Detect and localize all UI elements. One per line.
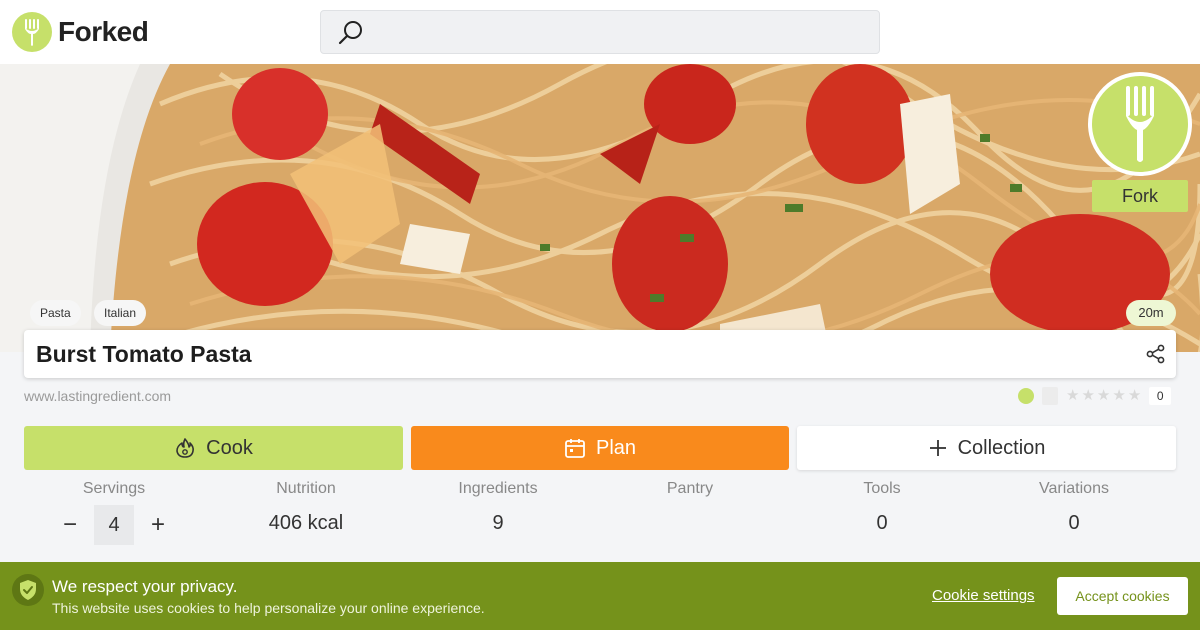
- servings-value[interactable]: 4: [94, 505, 134, 545]
- tag-italian[interactable]: Italian: [94, 300, 147, 326]
- fork-button[interactable]: Fork: [1092, 180, 1188, 212]
- plan-button[interactable]: Plan: [411, 426, 789, 470]
- variations-value: 0: [1068, 512, 1080, 534]
- nutrition-stat[interactable]: Nutrition 406 kcal: [210, 480, 402, 535]
- star-icon[interactable]: ★: [1128, 387, 1141, 405]
- shield-check-icon: [12, 574, 44, 606]
- ingredients-label: Ingredients: [458, 480, 538, 497]
- flame-icon: [174, 437, 196, 459]
- ingredients-stat[interactable]: Ingredients 9: [402, 480, 594, 535]
- search-input[interactable]: [320, 10, 880, 54]
- add-to-collection-button[interactable]: Collection: [797, 426, 1176, 470]
- nutrition-label: Nutrition: [276, 480, 336, 497]
- tag-pasta[interactable]: Pasta: [30, 300, 81, 326]
- servings-stepper: − 4 +: [56, 505, 172, 545]
- recipe-hero-image: [0, 64, 1200, 352]
- logo-text: Forked: [58, 16, 149, 47]
- recipe-title-card: Burst Tomato Pasta: [24, 330, 1176, 378]
- search-icon: [337, 19, 365, 52]
- cook-time-badge: 20m: [1126, 300, 1176, 326]
- rating-count: 0: [1149, 387, 1172, 405]
- logo[interactable]: Forked: [12, 12, 149, 52]
- star-icon[interactable]: ★: [1112, 387, 1125, 405]
- fork-icon[interactable]: [1088, 72, 1192, 176]
- leaf-icon: [1018, 388, 1034, 404]
- tools-label: Tools: [863, 480, 901, 497]
- collection-label: Collection: [957, 436, 1046, 459]
- rating-placeholder: [1042, 387, 1058, 405]
- nutrition-value: 406 kcal: [268, 512, 344, 534]
- variations-stat[interactable]: Variations 0: [978, 480, 1170, 535]
- servings-stat: Servings: [18, 480, 210, 498]
- servings-label: Servings: [82, 480, 146, 497]
- cookie-title: We respect your privacy.: [52, 577, 238, 596]
- tools-stat[interactable]: Tools 0: [786, 480, 978, 535]
- ingredients-value: 9: [492, 512, 504, 534]
- accept-cookies-button[interactable]: Accept cookies: [1057, 577, 1188, 615]
- share-icon[interactable]: [1146, 344, 1166, 369]
- pasta-photo: [0, 64, 1200, 352]
- cookie-description: This website uses cookies to help person…: [52, 600, 485, 616]
- pantry-label: Pantry: [666, 480, 714, 497]
- calendar-icon: [564, 437, 586, 459]
- star-rating[interactable]: ★ ★ ★ ★ ★: [1066, 387, 1141, 405]
- pantry-stat[interactable]: Pantry: [594, 480, 786, 512]
- top-bar: Forked: [0, 0, 1200, 64]
- star-icon[interactable]: ★: [1066, 387, 1079, 405]
- cook-button[interactable]: Cook: [24, 426, 403, 470]
- increase-servings-button[interactable]: +: [144, 511, 172, 539]
- variations-label: Variations: [1039, 480, 1109, 497]
- plan-label: Plan: [595, 436, 637, 459]
- cookie-settings-link[interactable]: Cookie settings: [932, 587, 1035, 604]
- recipe-title: Burst Tomato Pasta: [36, 341, 252, 367]
- star-icon[interactable]: ★: [1081, 387, 1094, 405]
- fork-icon: [12, 12, 52, 52]
- decrease-servings-button[interactable]: −: [56, 511, 84, 539]
- rating: ★ ★ ★ ★ ★ 0: [1018, 386, 1172, 406]
- tools-value: 0: [876, 512, 888, 534]
- star-icon[interactable]: ★: [1097, 387, 1110, 405]
- cook-label: Cook: [206, 436, 253, 459]
- recipe-source-link[interactable]: www.lastingredient.com: [24, 388, 171, 404]
- plus-icon: [928, 438, 948, 458]
- cookie-banner: We respect your privacy. This website us…: [0, 562, 1200, 630]
